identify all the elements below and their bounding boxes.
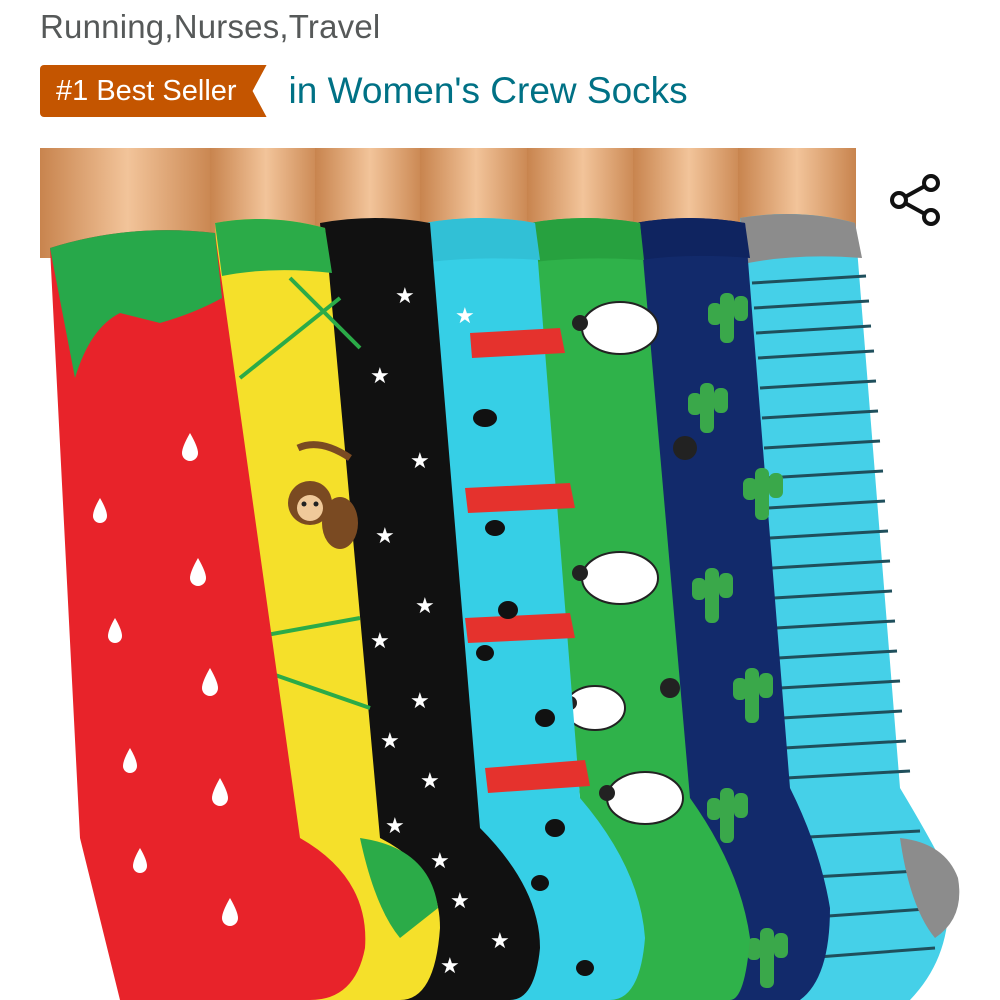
svg-text:★: ★ [440,954,460,979]
svg-text:★: ★ [385,814,405,839]
svg-text:★: ★ [410,689,430,714]
svg-text:★: ★ [430,849,450,874]
svg-text:★: ★ [450,889,470,914]
svg-text:★: ★ [455,304,475,329]
share-icon[interactable] [885,170,945,230]
best-seller-category-link[interactable]: in Women's Crew Socks [289,70,688,112]
svg-text:★: ★ [370,364,390,389]
svg-text:★: ★ [375,524,395,549]
svg-text:★: ★ [370,629,390,654]
product-image[interactable]: ★ ★ ★ ★ ★ ★ ★ ★ ★ ★ ★ ★ ★ ★ ★ [40,148,975,1000]
svg-text:★: ★ [410,449,430,474]
svg-text:★: ★ [420,769,440,794]
best-seller-badge[interactable]: #1 Best Seller [40,65,267,117]
svg-text:★: ★ [490,929,510,954]
best-seller-row: #1 Best Seller in Women's Crew Socks [40,64,688,118]
product-subtitle: Running,Nurses,Travel [40,8,381,45]
svg-text:★: ★ [415,594,435,619]
svg-text:★: ★ [380,729,400,754]
svg-text:★: ★ [395,284,415,309]
